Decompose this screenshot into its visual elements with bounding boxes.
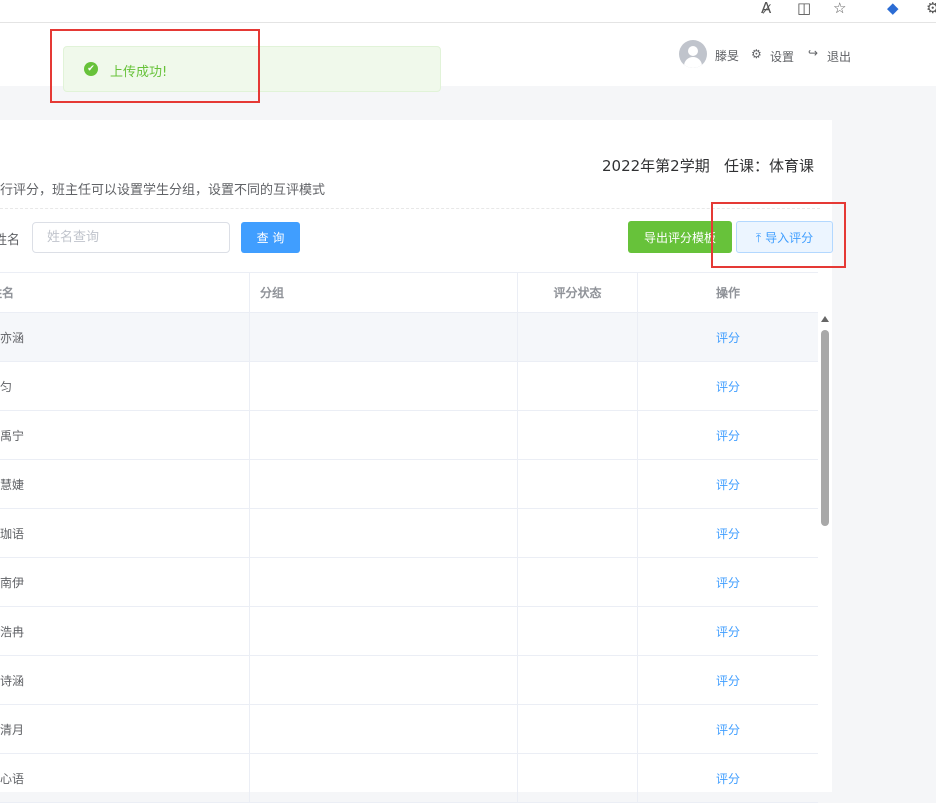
score-link[interactable]: 评分 (716, 574, 740, 591)
student-name: 蒋慧婕 (0, 477, 25, 492)
table-row: 胡禹宁 评分 (0, 411, 818, 460)
student-name: 柳南伊 (0, 575, 25, 590)
student-name: 陈清月 (0, 722, 25, 737)
score-link[interactable]: 评分 (716, 427, 740, 444)
avatar[interactable] (679, 40, 707, 68)
name-search-input[interactable] (32, 222, 230, 253)
scroll-up-arrow[interactable] (821, 316, 829, 322)
student-name: 胡禹宁 (0, 428, 25, 443)
settings-gear-icon[interactable]: ⚙ (751, 47, 762, 61)
browser-toolbar: A̷ ◫ ☆ ◆ ⚙ (0, 0, 936, 23)
table-row: 阮心语 评分 (0, 754, 818, 803)
name-filter-label: 姓名 (0, 233, 21, 248)
logout-link[interactable]: 退出 (827, 48, 851, 65)
header-action: 操作 (715, 286, 740, 300)
student-name: 高匀 (0, 379, 13, 394)
annotation-box-toast (50, 29, 260, 103)
header-status: 评分状态 (553, 286, 602, 300)
score-link[interactable]: 评分 (716, 672, 740, 689)
student-table: 姓名 分组 评分状态 操作 傅亦涵评分高匀评分胡禹宁评分蒋慧婕评分林珈语评分柳南… (0, 272, 818, 803)
score-link[interactable]: 评分 (716, 378, 740, 395)
page-description: 行评分，班主任可以设置学生分组，设置不同的互评模式 (0, 183, 326, 198)
score-link[interactable]: 评分 (716, 329, 740, 346)
student-name: 阮心语 (0, 771, 25, 786)
settings-link[interactable]: 设置 (770, 48, 794, 65)
score-link[interactable]: 评分 (716, 623, 740, 640)
username[interactable]: 滕旻 (715, 47, 739, 64)
read-aloud-icon[interactable]: A̷ (761, 0, 771, 18)
scroll-thumb[interactable] (821, 330, 829, 526)
table-row: 柳南伊 评分 (0, 558, 818, 607)
header-name: 姓名 (0, 286, 15, 300)
table-row: 林珈语 评分 (0, 509, 818, 558)
annotation-box-import (711, 202, 846, 268)
table-row: 苏诗涵 评分 (0, 656, 818, 705)
score-link[interactable]: 评分 (716, 476, 740, 493)
query-button[interactable]: 查 询 (241, 222, 300, 253)
student-name: 傅亦涵 (0, 330, 25, 345)
semester-info: 2022年第2学期 任课：体育课 (602, 157, 815, 175)
split-view-icon[interactable]: ◫ (797, 0, 811, 18)
divider (0, 208, 820, 209)
score-link[interactable]: 评分 (716, 721, 740, 738)
browser-settings-icon[interactable]: ⚙ (926, 0, 936, 18)
table-row: 沈浩冉 评分 (0, 607, 818, 656)
header-group: 分组 (260, 286, 285, 300)
table-header: 姓名 分组 评分状态 操作 (0, 272, 818, 313)
table-scrollbar[interactable] (818, 312, 832, 792)
student-name: 苏诗涵 (0, 673, 25, 688)
table-body: 傅亦涵评分高匀评分胡禹宁评分蒋慧婕评分林珈语评分柳南伊评分沈浩冉评分苏诗涵评分陈… (0, 313, 818, 803)
score-link[interactable]: 评分 (716, 770, 740, 787)
score-link[interactable]: 评分 (716, 525, 740, 542)
student-name: 沈浩冉 (0, 624, 25, 639)
table-row: 傅亦涵 评分 (0, 313, 818, 362)
student-name: 林珈语 (0, 526, 25, 541)
extension-icon[interactable]: ◆ (887, 0, 899, 18)
favorites-icon[interactable]: ☆ (833, 0, 846, 18)
table-row: 陈清月 评分 (0, 705, 818, 754)
table-row: 高匀 评分 (0, 362, 818, 411)
logout-icon[interactable]: ↪ (808, 46, 818, 60)
table-row: 蒋慧婕 评分 (0, 460, 818, 509)
